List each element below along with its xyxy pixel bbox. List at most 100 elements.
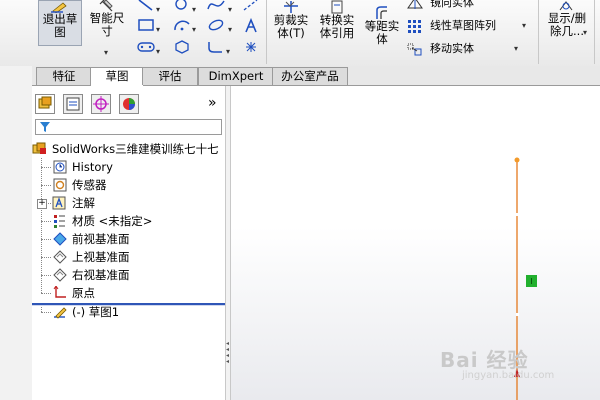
line-tool[interactable]: ▾ <box>136 0 160 17</box>
tree-item-sketch1[interactable]: (-) 草图1 <box>52 303 119 321</box>
move-entities-button[interactable]: 移动实体 ▾ <box>406 42 518 56</box>
watermark-url: jingyan.baidu.com <box>462 370 555 381</box>
tree-item-history[interactable]: History <box>52 158 113 176</box>
feature-manager-panel: » + SolidWorks三维建模训练七十七 History 传感器 注解 材… <box>32 86 226 400</box>
feature-filter-box[interactable] <box>35 119 222 135</box>
graphics-area[interactable] <box>231 86 600 400</box>
tree-item-label: 原点 <box>72 286 95 300</box>
tree-connector <box>41 167 51 168</box>
tree-item-right-plane[interactable]: 右视基准面 <box>52 266 130 284</box>
expand-annotations-toggle[interactable]: + <box>37 199 47 209</box>
tree-item-label: 右视基准面 <box>72 268 130 282</box>
configuration-manager-tab[interactable] <box>91 94 111 114</box>
property-manager-icon <box>66 97 80 111</box>
trim-button[interactable]: 剪裁实 体(T) <box>268 0 314 58</box>
tree-item-label: 前视基准面 <box>72 232 130 246</box>
origin-icon <box>52 285 68 300</box>
toolbar-separator <box>594 0 595 64</box>
tree-connector <box>41 305 42 312</box>
tree-connector <box>41 158 42 293</box>
relations-dropdown-arrow[interactable]: ▾ <box>583 28 587 37</box>
linear-pattern-button[interactable]: 线性草图阵列 ▾ <box>406 19 526 33</box>
tree-item-label: (-) 草图1 <box>72 305 120 319</box>
spline-tool[interactable]: ▾ <box>206 0 232 17</box>
tree-item-material[interactable]: 材质 <未指定> <box>52 212 152 230</box>
tree-item-label: 材质 <未指定> <box>72 214 153 228</box>
tree-item-label: 上视基准面 <box>72 250 130 264</box>
feature-tree-icon <box>38 96 52 109</box>
display-manager-icon <box>123 98 135 110</box>
tree-connector <box>41 221 51 222</box>
arc-tool[interactable]: ▾ <box>172 18 196 37</box>
slot-tool[interactable]: ▾ <box>136 40 160 59</box>
featuremanager-tab[interactable] <box>35 94 55 114</box>
left-task-strip <box>0 66 33 400</box>
mirror-entities-button[interactable]: 镜向实体 <box>406 0 474 10</box>
tree-item-label: 注解 <box>72 196 95 210</box>
tab-evaluate[interactable]: 评估 <box>142 67 198 85</box>
sensor-icon <box>52 178 68 192</box>
propertymanager-tab[interactable] <box>63 94 83 114</box>
gap-mark <box>516 213 519 216</box>
filter-icon <box>40 122 50 132</box>
splitter-grip: ◂ ◂ ◂ ◂ <box>226 340 230 365</box>
material-icon <box>52 214 68 228</box>
plane-icon <box>52 268 68 282</box>
rectangle-tool[interactable]: ▾ <box>136 18 160 37</box>
crosshair-icon <box>93 96 109 112</box>
tree-connector <box>41 239 51 240</box>
tree-connector <box>41 185 51 186</box>
tree-item-label: SolidWorks三维建模训练七十七 <box>52 142 219 156</box>
tree-item-top-plane[interactable]: 上视基准面 <box>52 248 130 266</box>
gap-mark <box>516 313 519 316</box>
fillet-tool[interactable]: ▾ <box>206 40 230 59</box>
tab-dimxpert[interactable]: DimXpert <box>198 67 274 85</box>
move-dropdown-arrow[interactable]: ▾ <box>514 42 518 56</box>
tree-item-label: History <box>72 160 113 174</box>
convert-entities-button[interactable]: 转换实 体引用 <box>314 0 360 58</box>
exit-sketch-label: 退出草 图 <box>42 12 78 39</box>
sketch-canvas[interactable] <box>231 86 600 400</box>
point-tool[interactable] <box>242 40 260 58</box>
tab-sketch[interactable]: 草图 <box>90 67 144 86</box>
tree-item-annotations[interactable]: 注解 <box>52 194 95 212</box>
history-icon <box>52 160 68 174</box>
tree-item-sensors[interactable]: 传感器 <box>52 176 107 194</box>
centerline-tool[interactable] <box>242 0 260 16</box>
panel-tab-bar: » <box>32 94 225 116</box>
smart-dimension-icon <box>96 0 118 12</box>
relations-icon <box>556 0 578 12</box>
command-manager-tabs: 特征 草图 评估 DimXpert 办公室产品 <box>32 66 600 86</box>
offset-entities-button[interactable]: 等距实 体 <box>360 6 404 58</box>
smart-dimension-button[interactable]: 智能尺 寸 <box>85 0 129 46</box>
linear-pattern-dropdown-arrow[interactable]: ▾ <box>522 19 526 33</box>
linear-pattern-icon <box>408 20 421 33</box>
panel-collapse-button[interactable]: » <box>208 95 217 111</box>
plane-icon <box>52 250 68 264</box>
tab-features[interactable]: 特征 <box>36 67 92 85</box>
tree-item-part[interactable]: SolidWorks三维建模训练七十七 <box>32 140 219 158</box>
linear-pattern-label: 线性草图阵列 <box>430 19 496 32</box>
tree-connector <box>41 312 51 313</box>
trim-icon <box>280 0 302 14</box>
baidu-watermark: Bai 经验 jingyan.baidu.com <box>440 344 554 381</box>
tree-item-front-plane[interactable]: 前视基准面 <box>52 230 130 248</box>
tab-office-products[interactable]: 办公室产品 <box>272 67 348 85</box>
tree-connector <box>41 275 51 276</box>
display-manager-tab[interactable] <box>119 94 139 114</box>
smart-dimension-dropdown-arrow[interactable]: ▾ <box>104 48 108 57</box>
exit-sketch-button[interactable]: 退出草 图 <box>38 0 82 46</box>
show-delete-relations-label: 显示/删 除几... <box>547 11 587 38</box>
trim-label: 剪裁实 体(T) <box>273 13 309 40</box>
ellipse-tool[interactable]: ▾ <box>206 18 232 37</box>
plane-icon-selected <box>52 232 68 246</box>
text-tool[interactable] <box>242 17 260 38</box>
mirror-entities-label: 镜向实体 <box>430 0 474 9</box>
tree-item-origin[interactable]: 原点 <box>52 284 95 302</box>
polygon-tool[interactable] <box>172 40 192 58</box>
annotation-icon <box>52 196 68 210</box>
move-entities-label: 移动实体 <box>430 42 474 55</box>
command-manager-toolbar: 退出草 图 智能尺 寸 ▾ ▾ ▾ ▾ ▾ ▾ ▾ ▾ ▾ 剪裁实 体(T) 转… <box>0 0 600 67</box>
circle-tool[interactable]: ▾ <box>172 0 196 17</box>
move-icon <box>407 43 422 56</box>
